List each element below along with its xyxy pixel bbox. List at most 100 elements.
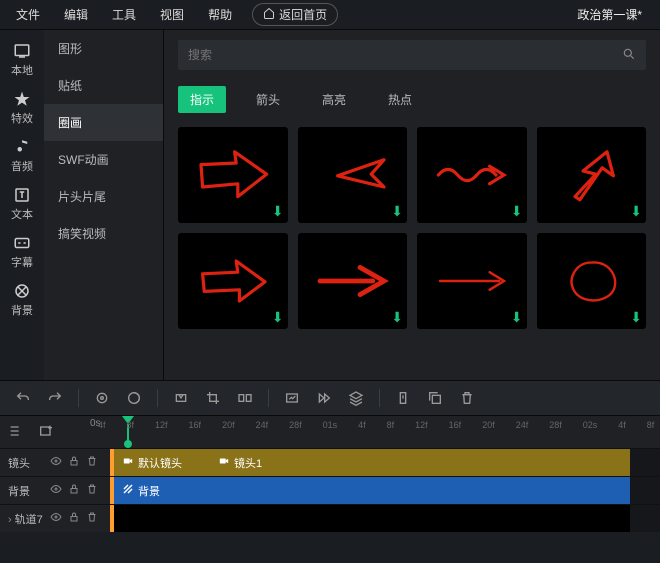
asset-arrow-right-thick-2[interactable]: ⬇	[178, 233, 288, 329]
clip-icon	[122, 456, 134, 469]
asset-circle-outline[interactable]: ⬇	[537, 233, 647, 329]
clip[interactable]: 镜头1	[210, 449, 630, 476]
ruler-dot[interactable]	[124, 440, 132, 448]
tick: 8f	[127, 420, 135, 430]
rail-subtitle[interactable]: 字幕	[0, 234, 44, 270]
home-icon	[263, 7, 275, 22]
tick: 16f	[189, 420, 202, 430]
split-button[interactable]	[232, 385, 258, 411]
track-bg: 背景背景	[0, 476, 660, 504]
track-icons	[50, 455, 110, 470]
eye-icon[interactable]	[50, 455, 62, 470]
export-button[interactable]	[390, 385, 416, 411]
cat-annotation[interactable]: 圈画	[44, 104, 163, 141]
crop-button[interactable]	[200, 385, 226, 411]
tab-indicate[interactable]: 指示	[178, 86, 226, 113]
search-input[interactable]	[188, 48, 622, 62]
asset-grid: ⬇ ⬇ ⬇ ⬇ ⬇ ⬇ ⬇ ⬇	[178, 127, 646, 329]
cat-funny[interactable]: 搞笑视频	[44, 215, 163, 252]
download-icon[interactable]: ⬇	[511, 309, 523, 326]
clip[interactable]	[114, 505, 630, 532]
download-icon[interactable]: ⬇	[272, 203, 284, 220]
clip[interactable]: 背景	[114, 477, 630, 504]
cat-swf[interactable]: SWF动画	[44, 141, 163, 178]
tick: 8f	[387, 420, 395, 430]
track-label: ›轨道7	[0, 511, 50, 527]
asset-arrow-right-thick[interactable]: ⬇	[178, 127, 288, 223]
cat-sticker[interactable]: 贴纸	[44, 67, 163, 104]
asset-arrow-straight-thick[interactable]: ⬇	[298, 233, 408, 329]
tab-highlight[interactable]: 高亮	[310, 86, 358, 113]
undo-button[interactable]	[10, 385, 36, 411]
menu-edit[interactable]: 编辑	[52, 0, 100, 30]
edit-button[interactable]	[279, 385, 305, 411]
chevron-right-icon[interactable]: ›	[8, 514, 12, 526]
track-label: 镜头	[0, 455, 50, 471]
lock-icon[interactable]	[68, 511, 80, 526]
menu-file[interactable]: 文件	[4, 0, 52, 30]
trash-icon[interactable]	[86, 511, 98, 526]
asset-arrow-up-zigzag[interactable]: ⬇	[537, 127, 647, 223]
rail-local[interactable]: 本地	[0, 42, 44, 78]
track-content[interactable]: 背景	[110, 477, 660, 504]
asset-arrow-thin[interactable]: ⬇	[417, 233, 527, 329]
tracks-menu-icon[interactable]	[8, 423, 24, 442]
rail-background[interactable]: 背景	[0, 282, 44, 318]
search-box[interactable]	[178, 40, 646, 70]
delete-button[interactable]	[454, 385, 480, 411]
add-track-icon[interactable]	[38, 423, 54, 442]
copy-button[interactable]	[422, 385, 448, 411]
time-ruler[interactable]: 0s 4f8f12f16f20f24f28f01s4f8f12f16f20f24…	[84, 416, 660, 448]
lock-icon[interactable]	[68, 455, 80, 470]
eye-icon[interactable]	[50, 483, 62, 498]
trash-icon[interactable]	[86, 483, 98, 498]
asset-arrow-left-thick[interactable]: ⬇	[298, 127, 408, 223]
download-icon[interactable]: ⬇	[391, 309, 403, 326]
search-icon[interactable]	[622, 47, 636, 64]
home-button[interactable]: 返回首页	[252, 3, 338, 26]
eye-icon[interactable]	[50, 511, 62, 526]
rail-audio[interactable]: 音频	[0, 138, 44, 174]
clip-icon	[218, 456, 230, 469]
tick: 28f	[289, 420, 302, 430]
download-icon[interactable]: ⬇	[630, 309, 642, 326]
clip-label: 背景	[138, 483, 160, 499]
clip-label: 镜头1	[234, 455, 262, 471]
menu-view[interactable]: 视图	[148, 0, 196, 30]
tick: 20f	[222, 420, 235, 430]
download-icon[interactable]: ⬇	[272, 309, 284, 326]
tick: 8f	[647, 420, 655, 430]
tab-hotspot[interactable]: 热点	[376, 86, 424, 113]
color-button[interactable]	[121, 385, 147, 411]
tick: 02s	[583, 420, 598, 430]
asset-arrow-wavy[interactable]: ⬇	[417, 127, 527, 223]
tab-arrow[interactable]: 箭头	[244, 86, 292, 113]
timeline-toolbar	[0, 380, 660, 416]
clip[interactable]: 默认镜头	[114, 449, 210, 476]
trash-icon[interactable]	[86, 455, 98, 470]
cat-shape[interactable]: 图形	[44, 30, 163, 67]
track-content[interactable]: 默认镜头 镜头1	[110, 449, 660, 476]
tick: 12f	[155, 420, 168, 430]
cat-intro[interactable]: 片头片尾	[44, 178, 163, 215]
download-icon[interactable]: ⬇	[391, 203, 403, 220]
frame-button[interactable]	[168, 385, 194, 411]
rail-text[interactable]: 文本	[0, 186, 44, 222]
project-title: 政治第一课*	[577, 6, 656, 23]
target-button[interactable]	[89, 385, 115, 411]
rail-effects[interactable]: 特效	[0, 90, 44, 126]
download-icon[interactable]: ⬇	[511, 203, 523, 220]
redo-button[interactable]	[42, 385, 68, 411]
filter-tabs: 指示 箭头 高亮 热点	[178, 86, 646, 113]
tick: 28f	[549, 420, 562, 430]
tick: 24f	[256, 420, 269, 430]
layers-button[interactable]	[343, 385, 369, 411]
track-content[interactable]	[110, 505, 660, 532]
download-icon[interactable]: ⬇	[630, 203, 642, 220]
menu-help[interactable]: 帮助	[196, 0, 244, 30]
speed-button[interactable]	[311, 385, 337, 411]
lock-icon[interactable]	[68, 483, 80, 498]
asset-panel: 指示 箭头 高亮 热点 ⬇ ⬇ ⬇ ⬇ ⬇ ⬇ ⬇ ⬇	[164, 30, 660, 380]
tick: 4f	[618, 420, 626, 430]
menu-tools[interactable]: 工具	[100, 0, 148, 30]
